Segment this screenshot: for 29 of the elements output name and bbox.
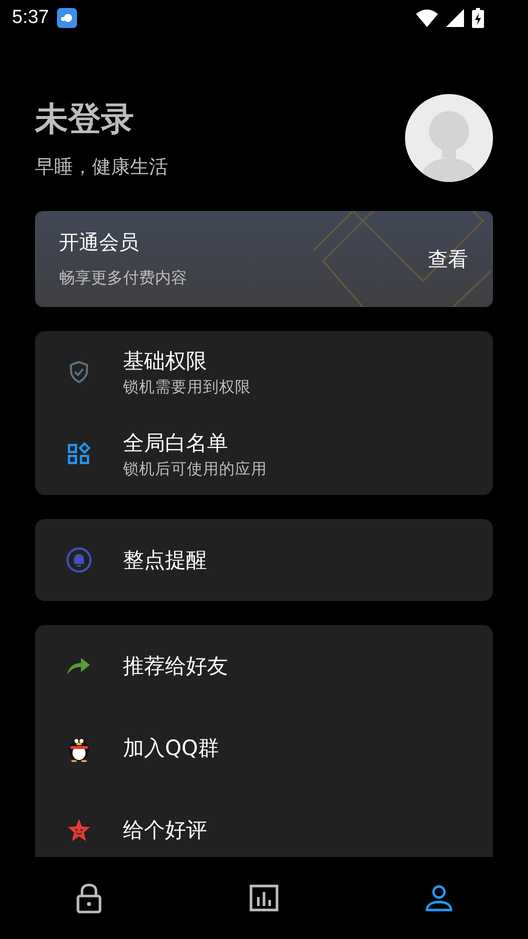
battery-icon [472,8,484,28]
lock-tab-icon[interactable] [76,882,102,914]
login-status-title: 未登录 [35,98,135,140]
vip-subtitle: 畅享更多付费内容 [59,268,188,289]
menu-item-title[interactable]: 全局白名单 [123,428,267,456]
menu-item-title[interactable]: 加入QQ群 [123,734,220,762]
vip-card[interactable]: 开通会员 畅享更多付费内容 查看 [35,211,493,307]
share-arrow-icon [67,656,91,676]
diamond-pattern-icon [313,211,493,307]
bell-icon [66,547,92,573]
apps-grid-icon [67,442,91,466]
shield-check-icon [67,360,91,384]
profile-tab-icon[interactable] [425,884,453,912]
wifi-icon [416,9,438,27]
slogan-text: 早睡，健康生活 [35,154,168,180]
view-link[interactable]: 查看 [428,246,468,272]
menu-item-subtitle: 锁机后可使用的应用 [123,458,267,480]
menu-item-title[interactable]: 整点提醒 [123,546,207,574]
menu-item-title[interactable]: 推荐给好友 [123,652,228,680]
status-time: 5:37 [12,7,49,29]
chart-tab-icon[interactable] [249,884,279,912]
vip-title: 开通会员 [59,229,140,256]
smiling-star-icon [67,818,91,842]
signal-icon [446,9,464,27]
app-notification-icon [56,8,77,28]
menu-item-title[interactable]: 基础权限 [123,346,251,374]
avatar-icon[interactable] [405,94,493,182]
menu-item-subtitle: 锁机需要用到权限 [123,376,251,398]
menu-item-title[interactable]: 给个好评 [123,816,207,844]
